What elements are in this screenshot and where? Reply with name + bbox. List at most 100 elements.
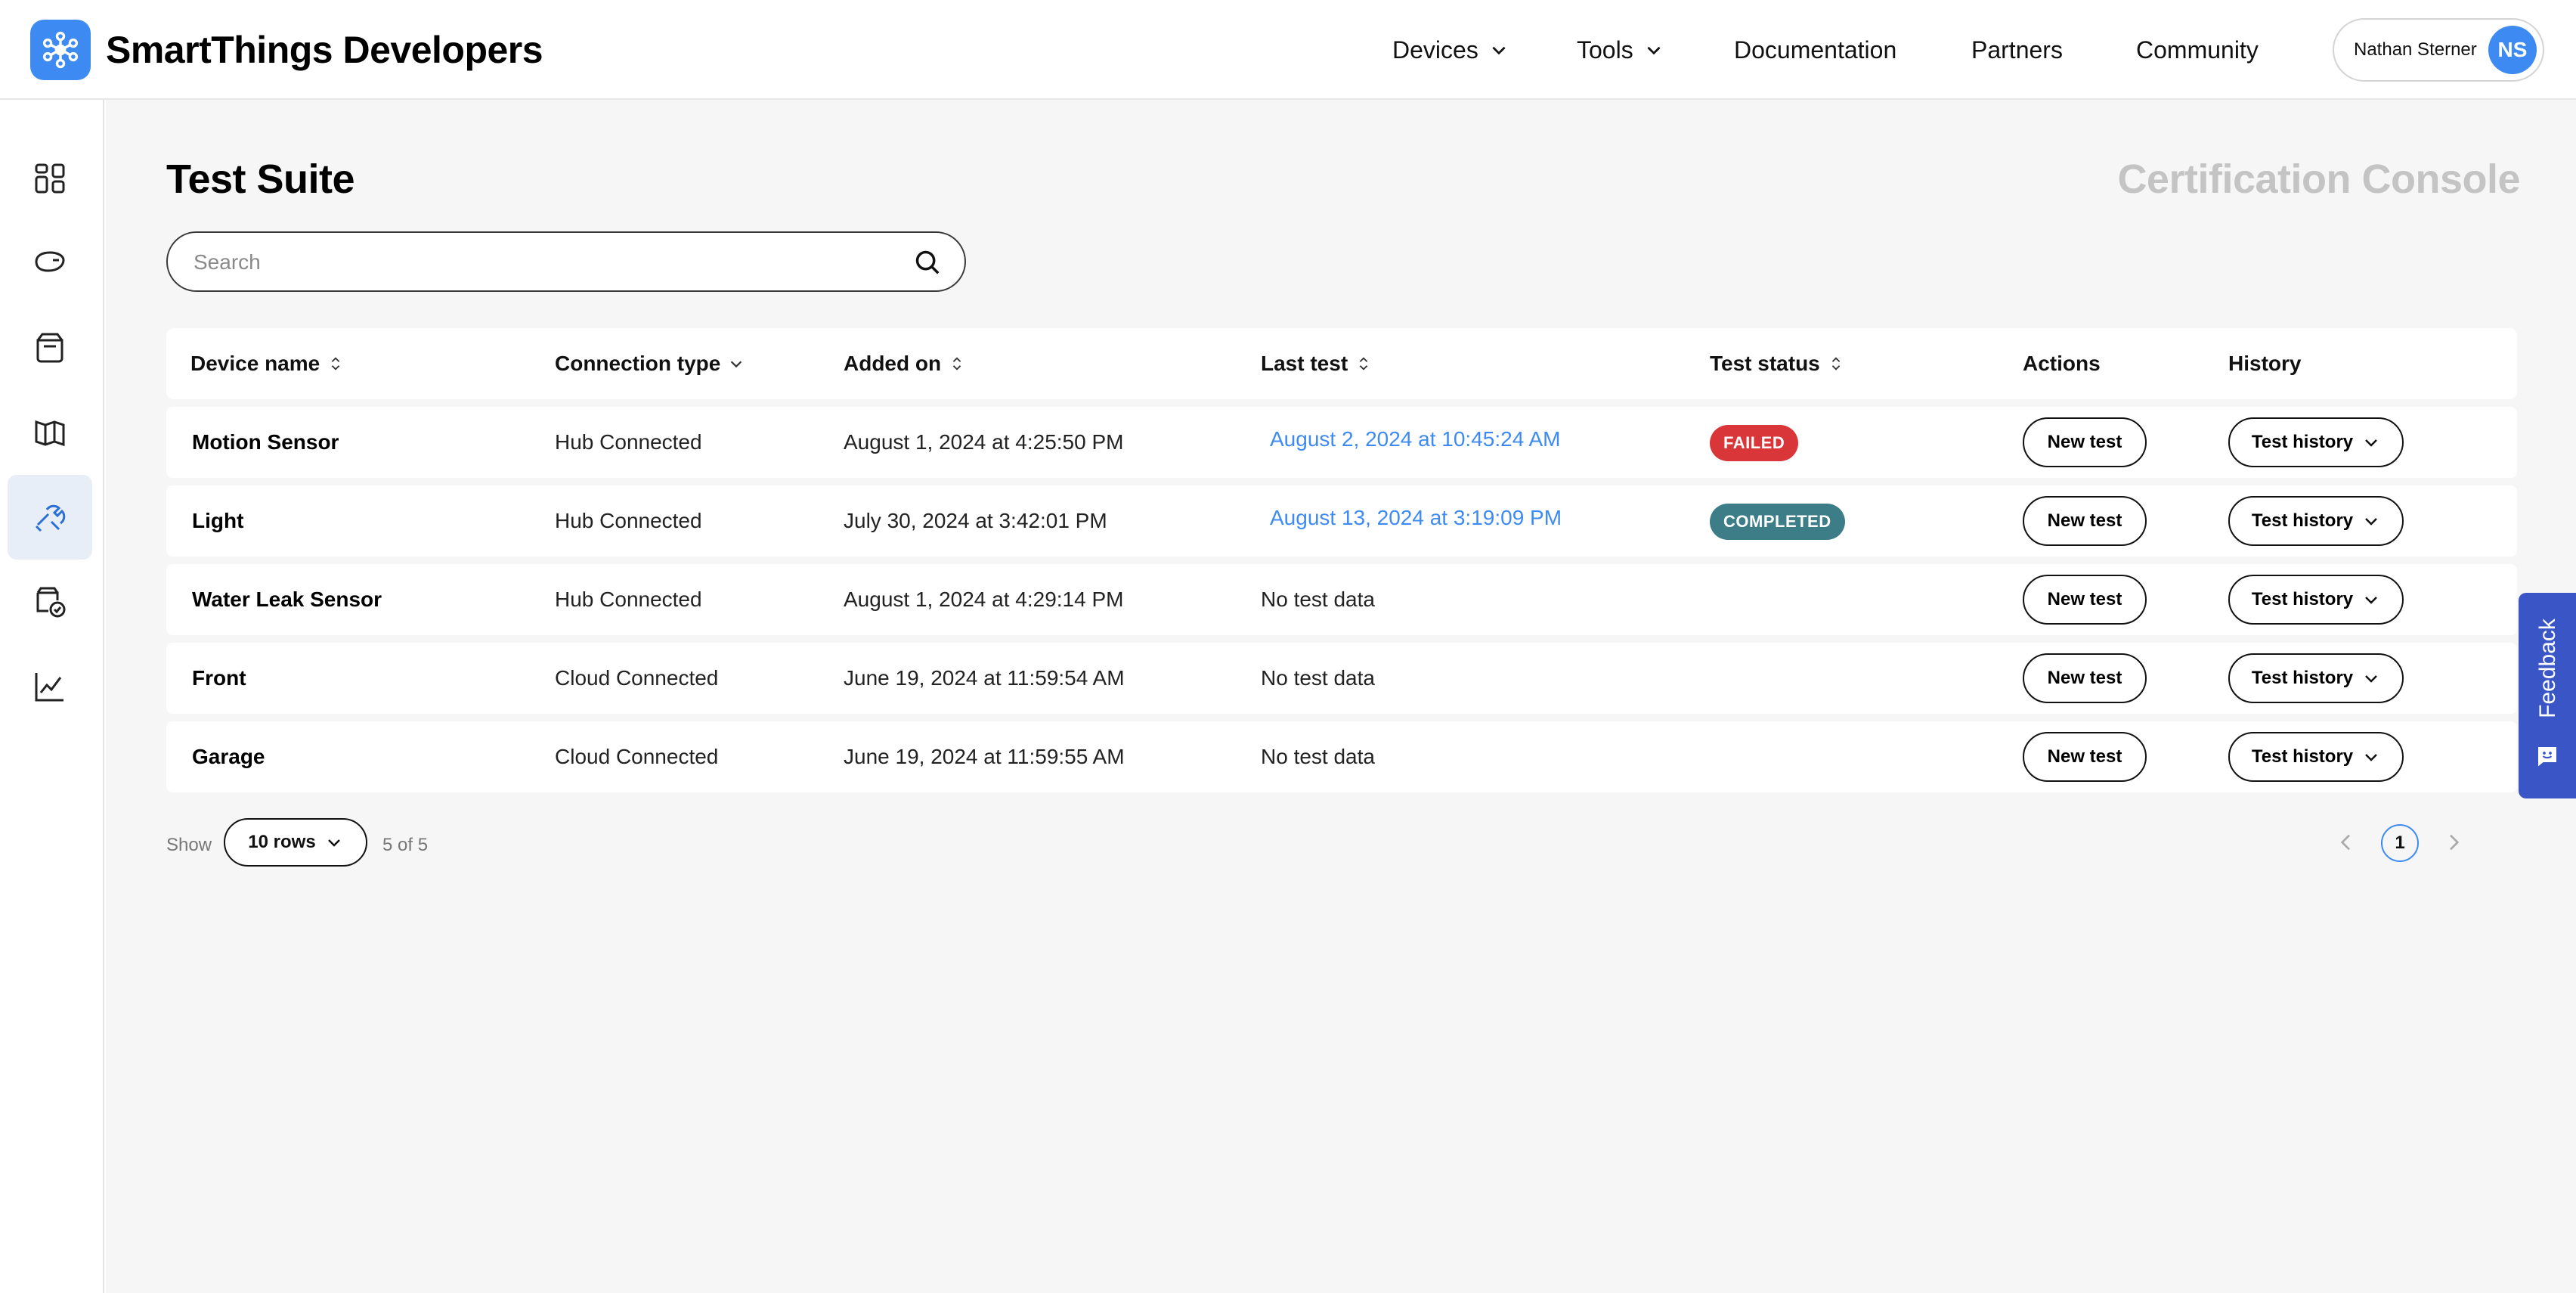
added-on: July 30, 2024 at 3:42:01 PM bbox=[844, 509, 1107, 532]
new-test-button[interactable]: New test bbox=[2023, 732, 2147, 782]
sidebar-item-dashboard[interactable] bbox=[8, 136, 92, 221]
table-row: Motion Sensor Hub Connected August 1, 20… bbox=[166, 407, 2517, 478]
new-test-button[interactable]: New test bbox=[2023, 496, 2147, 546]
sidebar-item-documentation[interactable] bbox=[8, 390, 92, 475]
device-name: Water Leak Sensor bbox=[192, 588, 382, 611]
new-test-button[interactable]: New test bbox=[2023, 575, 2147, 625]
sort-icon bbox=[1831, 357, 1840, 371]
new-test-button[interactable]: New test bbox=[2023, 417, 2147, 467]
nav-devices-label: Devices bbox=[1392, 36, 1478, 64]
search-input[interactable] bbox=[194, 243, 874, 281]
test-history-button[interactable]: Test history bbox=[2228, 575, 2404, 625]
added-on: June 19, 2024 at 11:59:54 AM bbox=[844, 666, 1125, 690]
search-box[interactable] bbox=[166, 231, 966, 292]
top-header: SmartThings Developers Devices Tools Doc… bbox=[0, 0, 2576, 100]
last-test-text: No test data bbox=[1261, 666, 1375, 690]
analytics-icon bbox=[35, 673, 63, 702]
feedback-label: Feedback bbox=[2535, 619, 2560, 718]
button-label: New test bbox=[2047, 510, 2122, 531]
last-test-text: No test data bbox=[1261, 745, 1375, 768]
main-content: Test Suite Certification Console Device … bbox=[106, 100, 2576, 1293]
smartthings-logo-icon[interactable] bbox=[30, 20, 91, 80]
rows-per-page-value: 10 rows bbox=[248, 832, 316, 852]
added-on: August 1, 2024 at 4:25:50 PM bbox=[844, 430, 1124, 454]
column-header-last-test[interactable]: Last test bbox=[1261, 328, 1372, 399]
sidebar bbox=[0, 100, 104, 1293]
last-test-text: No test data bbox=[1261, 588, 1375, 611]
button-label: New test bbox=[2047, 746, 2122, 767]
feedback-tab[interactable]: Feedback bbox=[2519, 593, 2576, 798]
brand-title[interactable]: SmartThings Developers bbox=[106, 26, 543, 74]
column-header-added-on[interactable]: Added on bbox=[844, 328, 965, 399]
device-name: Motion Sensor bbox=[192, 430, 339, 454]
column-label: History bbox=[2228, 352, 2302, 375]
nav-tools[interactable]: Tools bbox=[1577, 30, 1664, 70]
sidebar-item-tools[interactable] bbox=[8, 475, 92, 560]
last-test-link[interactable]: August 2, 2024 at 10:45:24 AM bbox=[1270, 404, 1561, 475]
sidebar-item-analytics[interactable] bbox=[8, 644, 92, 729]
table-header: Device name Connection type Added on Las… bbox=[166, 328, 2517, 399]
connection-type: Cloud Connected bbox=[555, 666, 719, 690]
column-header-device-name[interactable]: Device name bbox=[190, 328, 344, 399]
table-row: Front Cloud Connected June 19, 2024 at 1… bbox=[166, 643, 2517, 714]
chevron-left-icon[interactable] bbox=[2334, 830, 2358, 854]
nav-partners-label: Partners bbox=[1971, 36, 2063, 64]
nav-documentation[interactable]: Documentation bbox=[1734, 30, 1896, 70]
column-header-actions: Actions bbox=[2023, 328, 2101, 399]
nav-documentation-label: Documentation bbox=[1734, 36, 1897, 64]
nav-devices[interactable]: Devices bbox=[1392, 30, 1509, 70]
button-label: New test bbox=[2047, 589, 2122, 609]
table-row: Light Hub Connected July 30, 2024 at 3:4… bbox=[166, 485, 2517, 557]
tools-icon bbox=[35, 504, 66, 532]
column-label: Test status bbox=[1710, 352, 1820, 375]
box-icon bbox=[36, 333, 63, 363]
chevron-down-icon bbox=[2365, 439, 2378, 447]
chevron-down-icon bbox=[1492, 46, 1506, 55]
test-history-button[interactable]: Test history bbox=[2228, 496, 2404, 546]
book-icon bbox=[35, 420, 65, 447]
nav-community[interactable]: Community bbox=[2136, 30, 2259, 70]
dashboard-icon bbox=[35, 163, 65, 194]
sidebar-item-devices[interactable] bbox=[8, 221, 92, 305]
chevron-right-icon[interactable] bbox=[2441, 830, 2466, 854]
chevron-down-icon bbox=[327, 839, 340, 847]
page-number-button[interactable]: 1 bbox=[2381, 824, 2419, 862]
column-label: Device name bbox=[190, 352, 320, 375]
last-test-link[interactable]: August 13, 2024 at 3:19:09 PM bbox=[1270, 482, 1562, 553]
show-label: Show bbox=[166, 835, 212, 855]
search-icon[interactable] bbox=[913, 248, 942, 277]
column-label: Connection type bbox=[555, 352, 721, 375]
status-badge: FAILED bbox=[1710, 425, 1799, 461]
nav-tools-label: Tools bbox=[1577, 36, 1633, 64]
chevron-down-icon bbox=[1647, 46, 1661, 55]
new-test-button[interactable]: New test bbox=[2023, 653, 2147, 703]
added-on: June 19, 2024 at 11:59:55 AM bbox=[844, 745, 1125, 768]
test-history-button[interactable]: Test history bbox=[2228, 417, 2404, 467]
sort-icon bbox=[1359, 357, 1368, 371]
table-row: Water Leak Sensor Hub Connected August 1… bbox=[166, 564, 2517, 635]
column-header-connection-type[interactable]: Connection type bbox=[555, 328, 745, 399]
column-label: Actions bbox=[2023, 352, 2101, 375]
console-title: Certification Console bbox=[2117, 157, 2520, 202]
avatar: NS bbox=[2488, 26, 2537, 74]
connection-type: Hub Connected bbox=[555, 430, 702, 454]
button-label: New test bbox=[2047, 432, 2122, 452]
nav-partners[interactable]: Partners bbox=[1971, 30, 2063, 70]
connection-type: Hub Connected bbox=[555, 588, 702, 611]
test-history-button[interactable]: Test history bbox=[2228, 732, 2404, 782]
table-row: Garage Cloud Connected June 19, 2024 at … bbox=[166, 721, 2517, 792]
device-icon bbox=[35, 251, 65, 272]
sidebar-item-certification[interactable] bbox=[8, 560, 92, 644]
user-menu-button[interactable]: Nathan Sterner NS bbox=[2333, 18, 2544, 82]
sidebar-item-packages[interactable] bbox=[8, 305, 92, 390]
column-header-test-status[interactable]: Test status bbox=[1710, 328, 1844, 399]
certification-icon bbox=[36, 587, 66, 618]
rows-per-page-select[interactable]: 10 rows bbox=[224, 818, 367, 867]
test-history-button[interactable]: Test history bbox=[2228, 653, 2404, 703]
user-name: Nathan Sterner bbox=[2354, 39, 2477, 60]
chevron-down-icon bbox=[2365, 518, 2378, 526]
button-label: Test history bbox=[2251, 746, 2354, 767]
device-name: Garage bbox=[192, 745, 265, 768]
chevron-down-icon bbox=[2365, 597, 2378, 604]
sort-icon bbox=[952, 357, 961, 371]
